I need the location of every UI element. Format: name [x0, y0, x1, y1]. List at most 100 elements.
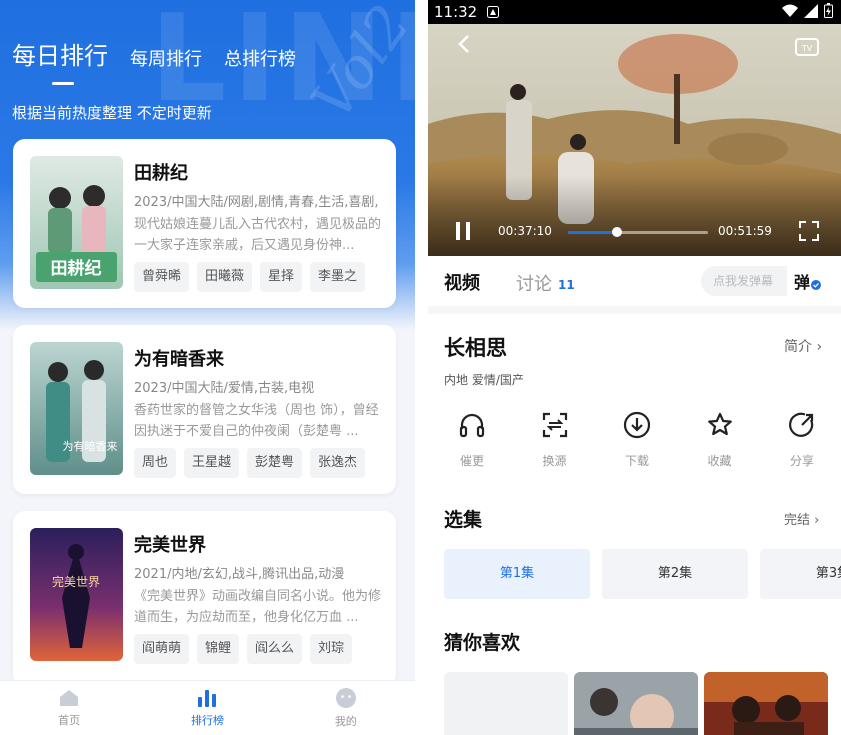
- status-indicators: [782, 3, 833, 18]
- signal-icon: [804, 3, 818, 18]
- cast-chip[interactable]: 张逸杰: [310, 448, 366, 478]
- episode-list: 第1集 第2集 第3集: [444, 549, 841, 599]
- action-remind[interactable]: 催更: [442, 410, 502, 469]
- action-favorite[interactable]: 收藏: [690, 410, 750, 469]
- ranking-tabs: 每日排行 每周排行 总排行榜: [12, 36, 296, 85]
- discussion-count: 11: [558, 278, 575, 292]
- switch-source-icon: [542, 412, 567, 438]
- recommend-thumbnail: [574, 672, 698, 735]
- ranking-card[interactable]: 田耕纪 田耕纪 2023/中国大陆/网剧,剧情,青春,生活,喜剧, 现代姑娘连蔓…: [13, 139, 396, 308]
- cast-chip[interactable]: 曾舜晞: [134, 262, 190, 292]
- danmu-toggle-button[interactable]: 弹: [794, 269, 810, 293]
- danmu-input[interactable]: 点我发弹幕: [701, 266, 787, 296]
- action-label: 收藏: [707, 454, 732, 468]
- intro-link[interactable]: 简介 ›: [784, 336, 822, 356]
- nav-label: 我的: [334, 715, 357, 728]
- video-player[interactable]: TV 00:37:10 00:51:59: [428, 24, 841, 256]
- intro-label: 简介: [784, 339, 812, 355]
- ranking-card[interactable]: 完美世界 完美世界 2021/内地/玄幻,战斗,腾讯出品,动漫 《完美世界》动画…: [13, 511, 396, 686]
- action-share[interactable]: 分享: [772, 410, 832, 469]
- recommend-item[interactable]: [574, 672, 698, 735]
- episode-item[interactable]: 第3集: [760, 549, 841, 599]
- cast-list: 周也 王星越 彭楚粤 张逸杰: [134, 448, 366, 478]
- chevron-right-icon: ›: [816, 339, 823, 355]
- poster-title: 田耕纪: [51, 258, 102, 279]
- ranking-subtitle: 根据当前热度整理 不定时更新: [12, 104, 212, 122]
- progress-track[interactable]: [568, 227, 708, 237]
- action-label: 催更: [459, 454, 484, 468]
- pause-icon[interactable]: [454, 220, 474, 242]
- action-label: 分享: [789, 454, 814, 468]
- poster-image: 田耕纪: [30, 156, 123, 289]
- nav-label: 排行榜: [190, 714, 224, 727]
- show-meta: 内地 爱情/国产: [444, 373, 524, 387]
- section-divider: [428, 306, 841, 314]
- detail-tabs: 视频 讨论 11 点我发弹幕 弹: [428, 256, 841, 306]
- fullscreen-icon[interactable]: [798, 220, 820, 242]
- nav-home[interactable]: 首页: [0, 681, 138, 735]
- card-meta: 2021/内地/玄幻,战斗,腾讯出品,动漫: [134, 567, 345, 582]
- svg-text:TV: TV: [801, 44, 813, 53]
- tab-daily[interactable]: 每日排行: [12, 36, 108, 85]
- recommend-thumbnail: [704, 672, 828, 735]
- nav-ranking[interactable]: 排行榜: [138, 681, 276, 735]
- episode-item[interactable]: 第2集: [602, 549, 748, 599]
- action-label: 下载: [624, 454, 649, 468]
- nav-label: 首页: [58, 714, 81, 727]
- total-time: 00:51:59: [718, 224, 772, 238]
- poster-image: 为有暗香来: [30, 342, 123, 475]
- chevron-right-icon: ›: [814, 513, 820, 528]
- headphones-icon: [459, 413, 485, 438]
- episodes-title: 选集: [444, 509, 483, 531]
- cast-chip[interactable]: 星择: [260, 262, 303, 292]
- progress-knob[interactable]: [612, 227, 622, 237]
- tab-overall[interactable]: 总排行榜: [224, 45, 296, 71]
- poster-title: 为有暗香来: [63, 439, 118, 453]
- cast-chip[interactable]: 李墨之: [310, 262, 366, 292]
- tv-cast-icon[interactable]: TV: [795, 36, 819, 58]
- check-badge-icon: [811, 280, 821, 290]
- action-label: 换源: [542, 454, 567, 468]
- episodes-status-link[interactable]: 完结 ›: [784, 509, 819, 528]
- detail-screen: 11:32 TV 00:37:10 00:51:59 视频 讨论 11 点我发弹…: [428, 0, 841, 735]
- star-icon: [707, 412, 732, 436]
- share-icon: [789, 412, 814, 437]
- episodes-status: 完结: [784, 513, 811, 528]
- poster-title: 完美世界: [52, 574, 100, 589]
- status-time: 11:32: [434, 3, 478, 21]
- action-download[interactable]: 下载: [607, 410, 667, 469]
- action-row: 催更 换源 下载 收藏 分享: [442, 410, 832, 469]
- card-description: 香药世家的督管之女华浅（周也 饰），曾经因执迷于不爱自己的仲夜阑（彭楚粤 ...: [134, 403, 379, 439]
- recommend-item[interactable]: [704, 672, 828, 735]
- card-title: 田耕纪: [134, 163, 188, 184]
- ranking-card[interactable]: 为有暗香来 为有暗香来 2023/中国大陆/爱情,古装,电视 香药世家的督管之女…: [13, 325, 396, 494]
- recommend-item[interactable]: [444, 672, 568, 735]
- cast-chip[interactable]: 锦鲤: [197, 634, 240, 664]
- card-title: 为有暗香来: [134, 349, 224, 370]
- poster-image: 完美世界: [30, 528, 123, 661]
- wifi-icon: [782, 4, 798, 17]
- ranking-screen: LINE Vol2 每日排行 每周排行 总排行榜 根据当前热度整理 不定时更新 …: [0, 0, 415, 735]
- status-bar: 11:32: [428, 0, 841, 24]
- download-icon: [623, 411, 651, 439]
- cast-chip[interactable]: 王星越: [184, 448, 240, 478]
- episode-item[interactable]: 第1集: [444, 549, 590, 599]
- card-meta: 2023/中国大陆/爱情,古装,电视: [134, 381, 315, 396]
- recommend-list: [444, 672, 828, 735]
- profile-face-icon: [335, 688, 356, 708]
- cast-chip[interactable]: 周也: [134, 448, 177, 478]
- cast-list: 阎萌萌 锦鲤 阎么么 刘琮: [134, 634, 353, 664]
- card-meta: 2023/中国大陆/网剧,剧情,青春,生活,喜剧,: [134, 195, 379, 210]
- tab-video[interactable]: 视频: [444, 269, 480, 295]
- cast-chip[interactable]: 田曦薇: [197, 262, 253, 292]
- nav-profile[interactable]: 我的: [277, 681, 415, 735]
- tab-discussion[interactable]: 讨论: [516, 270, 552, 296]
- cast-chip[interactable]: 阎么么: [247, 634, 303, 664]
- tab-weekly[interactable]: 每周排行: [130, 45, 202, 71]
- show-title: 长相思: [444, 336, 507, 360]
- cast-chip[interactable]: 刘琮: [310, 634, 353, 664]
- notification-icon: [487, 6, 500, 18]
- cast-chip[interactable]: 阎萌萌: [134, 634, 190, 664]
- action-switch-source[interactable]: 换源: [525, 410, 585, 469]
- cast-chip[interactable]: 彭楚粤: [247, 448, 303, 478]
